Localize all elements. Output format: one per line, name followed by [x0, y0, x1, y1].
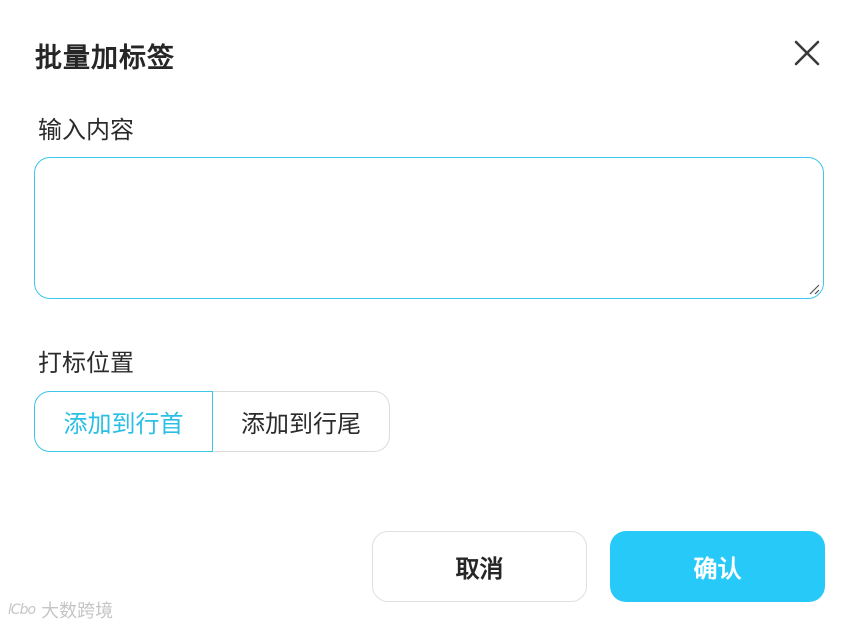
position-label: 打标位置: [38, 349, 134, 377]
cancel-button[interactable]: 取消: [372, 531, 587, 602]
close-button[interactable]: [790, 36, 824, 70]
content-label: 输入内容: [38, 116, 134, 144]
position-radio-group: 添加到行首 添加到行尾: [34, 391, 390, 452]
content-textarea[interactable]: [34, 157, 824, 299]
resize-handle-icon[interactable]: [808, 283, 820, 295]
close-icon: [794, 40, 820, 66]
option-add-to-line-end[interactable]: 添加到行尾: [213, 391, 390, 452]
dialog-title: 批量加标签: [35, 43, 175, 74]
confirm-button[interactable]: 确认: [610, 531, 825, 602]
option-add-to-line-start[interactable]: 添加到行首: [34, 391, 213, 452]
batch-tag-dialog: 批量加标签 输入内容 打标位置 添加到行首 添加到行尾 取消 确认 lCbo 大…: [0, 0, 854, 626]
watermark-logo: lCbo: [8, 602, 36, 618]
watermark-text: 大数跨境: [41, 601, 114, 622]
watermark: lCbo 大数跨境: [8, 597, 113, 623]
